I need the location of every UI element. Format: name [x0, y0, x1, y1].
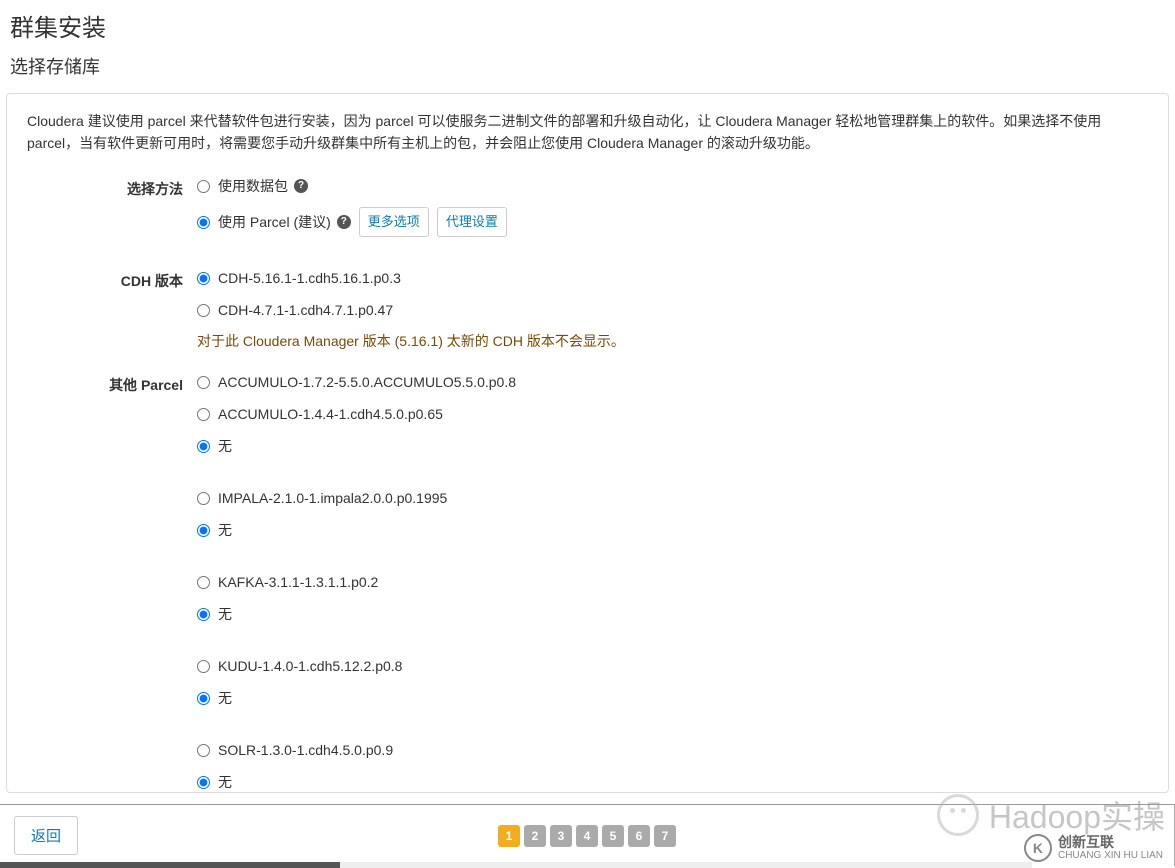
parcel-option-label: KUDU-1.4.0-1.cdh5.12.2.p0.8	[218, 656, 402, 676]
parcel-option[interactable]: KUDU-1.4.0-1.cdh5.12.2.p0.8	[197, 655, 1148, 677]
method-label: 选择方法	[27, 175, 197, 199]
parcel-radio-none[interactable]	[197, 524, 210, 537]
pager-step-3[interactable]: 3	[550, 825, 572, 847]
method-option-parcel[interactable]: 使用 Parcel (建议) ? 更多选项 代理设置	[197, 207, 1148, 237]
parcel-option[interactable]: IMPALA-2.1.0-1.impala2.0.0.p0.1995	[197, 487, 1148, 509]
parcel-group: SOLR-1.3.0-1.cdh4.5.0.p0.9 无	[197, 739, 1148, 793]
pager-step-1[interactable]: 1	[498, 825, 520, 847]
parcel-radio-none[interactable]	[197, 692, 210, 705]
parcel-option-none[interactable]: 无	[197, 435, 1148, 457]
parcel-group: KAFKA-3.1.1-1.3.1.1.p0.2 无	[197, 571, 1148, 625]
cdh-option-0-label: CDH-5.16.1-1.cdh5.16.1.p0.3	[218, 268, 401, 288]
parcel-option-label: ACCUMULO-1.4.4-1.cdh4.5.0.p0.65	[218, 404, 443, 424]
cdh-row: CDH 版本 CDH-5.16.1-1.cdh5.16.1.p0.3 CDH-4…	[27, 267, 1148, 357]
parcel-option-label: ACCUMULO-1.7.2-5.5.0.ACCUMULO5.5.0.p0.8	[218, 372, 516, 392]
pager-step-6[interactable]: 6	[628, 825, 650, 847]
cdh-option-1-label: CDH-4.7.1-1.cdh4.7.1.p0.47	[218, 300, 393, 320]
parcel-option[interactable]: KAFKA-3.1.1-1.3.1.1.p0.2	[197, 571, 1148, 593]
parcel-radio[interactable]	[197, 376, 210, 389]
parcel-none-label: 无	[218, 772, 232, 792]
cdh-radio-1[interactable]	[197, 304, 210, 317]
parcel-option[interactable]: ACCUMULO-1.4.4-1.cdh4.5.0.p0.65	[197, 403, 1148, 425]
cdh-option-1[interactable]: CDH-4.7.1-1.cdh4.7.1.p0.47	[197, 299, 1148, 321]
pager-step-2[interactable]: 2	[524, 825, 546, 847]
more-options-button[interactable]: 更多选项	[359, 207, 429, 237]
other-parcel-row: 其他 Parcel ACCUMULO-1.7.2-5.5.0.ACCUMULO5…	[27, 371, 1148, 793]
parcel-radio[interactable]	[197, 492, 210, 505]
cdh-note: 对于此 Cloudera Manager 版本 (5.16.1) 太新的 CDH…	[197, 331, 1148, 351]
pager-step-4[interactable]: 4	[576, 825, 598, 847]
scrollbar-thumb[interactable]	[0, 862, 340, 868]
parcel-group: ACCUMULO-1.7.2-5.5.0.ACCUMULO5.5.0.p0.8 A…	[197, 371, 1148, 457]
method-radio-package[interactable]	[197, 180, 210, 193]
parcel-radio[interactable]	[197, 744, 210, 757]
back-button[interactable]: 返回	[14, 816, 78, 855]
other-parcel-groups: ACCUMULO-1.7.2-5.5.0.ACCUMULO5.5.0.p0.8 A…	[197, 371, 1148, 793]
parcel-none-label: 无	[218, 604, 232, 624]
method-option-parcel-label: 使用 Parcel (建议)	[218, 212, 331, 232]
parcel-none-label: 无	[218, 520, 232, 540]
proxy-settings-button[interactable]: 代理设置	[437, 207, 507, 237]
parcel-radio-none[interactable]	[197, 440, 210, 453]
pager: 1234567	[498, 825, 676, 847]
help-icon[interactable]: ?	[294, 179, 308, 193]
parcel-option-none[interactable]: 无	[197, 519, 1148, 541]
parcel-group: KUDU-1.4.0-1.cdh5.12.2.p0.8 无	[197, 655, 1148, 709]
parcel-radio-none[interactable]	[197, 776, 210, 789]
parcel-radio[interactable]	[197, 576, 210, 589]
parcel-radio[interactable]	[197, 408, 210, 421]
method-radio-parcel[interactable]	[197, 216, 210, 229]
parcel-none-label: 无	[218, 688, 232, 708]
parcel-option-label: IMPALA-2.1.0-1.impala2.0.0.p0.1995	[218, 488, 447, 508]
parcel-option-label: KAFKA-3.1.1-1.3.1.1.p0.2	[218, 572, 378, 592]
footer-bar: 返回 1234567	[0, 804, 1175, 866]
parcel-option-none[interactable]: 无	[197, 603, 1148, 625]
parcel-radio-none[interactable]	[197, 608, 210, 621]
pager-step-5[interactable]: 5	[602, 825, 624, 847]
method-option-package[interactable]: 使用数据包 ?	[197, 175, 1148, 197]
parcel-option-label: SOLR-1.3.0-1.cdh4.5.0.p0.9	[218, 740, 393, 760]
parcel-option-none[interactable]: 无	[197, 771, 1148, 793]
method-row: 选择方法 使用数据包 ? 使用 Parcel (建议) ? 更多选项 代理设置	[27, 175, 1148, 247]
main-panel: Cloudera 建议使用 parcel 来代替软件包进行安装，因为 parce…	[6, 93, 1169, 793]
method-option-package-label: 使用数据包	[218, 176, 288, 196]
description-text: Cloudera 建议使用 parcel 来代替软件包进行安装，因为 parce…	[27, 110, 1148, 155]
pager-step-7[interactable]: 7	[654, 825, 676, 847]
cdh-radio-0[interactable]	[197, 272, 210, 285]
parcel-radio[interactable]	[197, 660, 210, 673]
help-icon[interactable]: ?	[337, 215, 351, 229]
page-subtitle: 选择存储库	[0, 49, 1175, 93]
parcel-option[interactable]: ACCUMULO-1.7.2-5.5.0.ACCUMULO5.5.0.p0.8	[197, 371, 1148, 393]
cdh-option-0[interactable]: CDH-5.16.1-1.cdh5.16.1.p0.3	[197, 267, 1148, 289]
parcel-none-label: 无	[218, 436, 232, 456]
parcel-group: IMPALA-2.1.0-1.impala2.0.0.p0.1995 无	[197, 487, 1148, 541]
cdh-label: CDH 版本	[27, 267, 197, 291]
parcel-option[interactable]: SOLR-1.3.0-1.cdh4.5.0.p0.9	[197, 739, 1148, 761]
parcel-option-none[interactable]: 无	[197, 687, 1148, 709]
other-parcel-label: 其他 Parcel	[27, 371, 197, 395]
page-title: 群集安装	[0, 0, 1175, 49]
